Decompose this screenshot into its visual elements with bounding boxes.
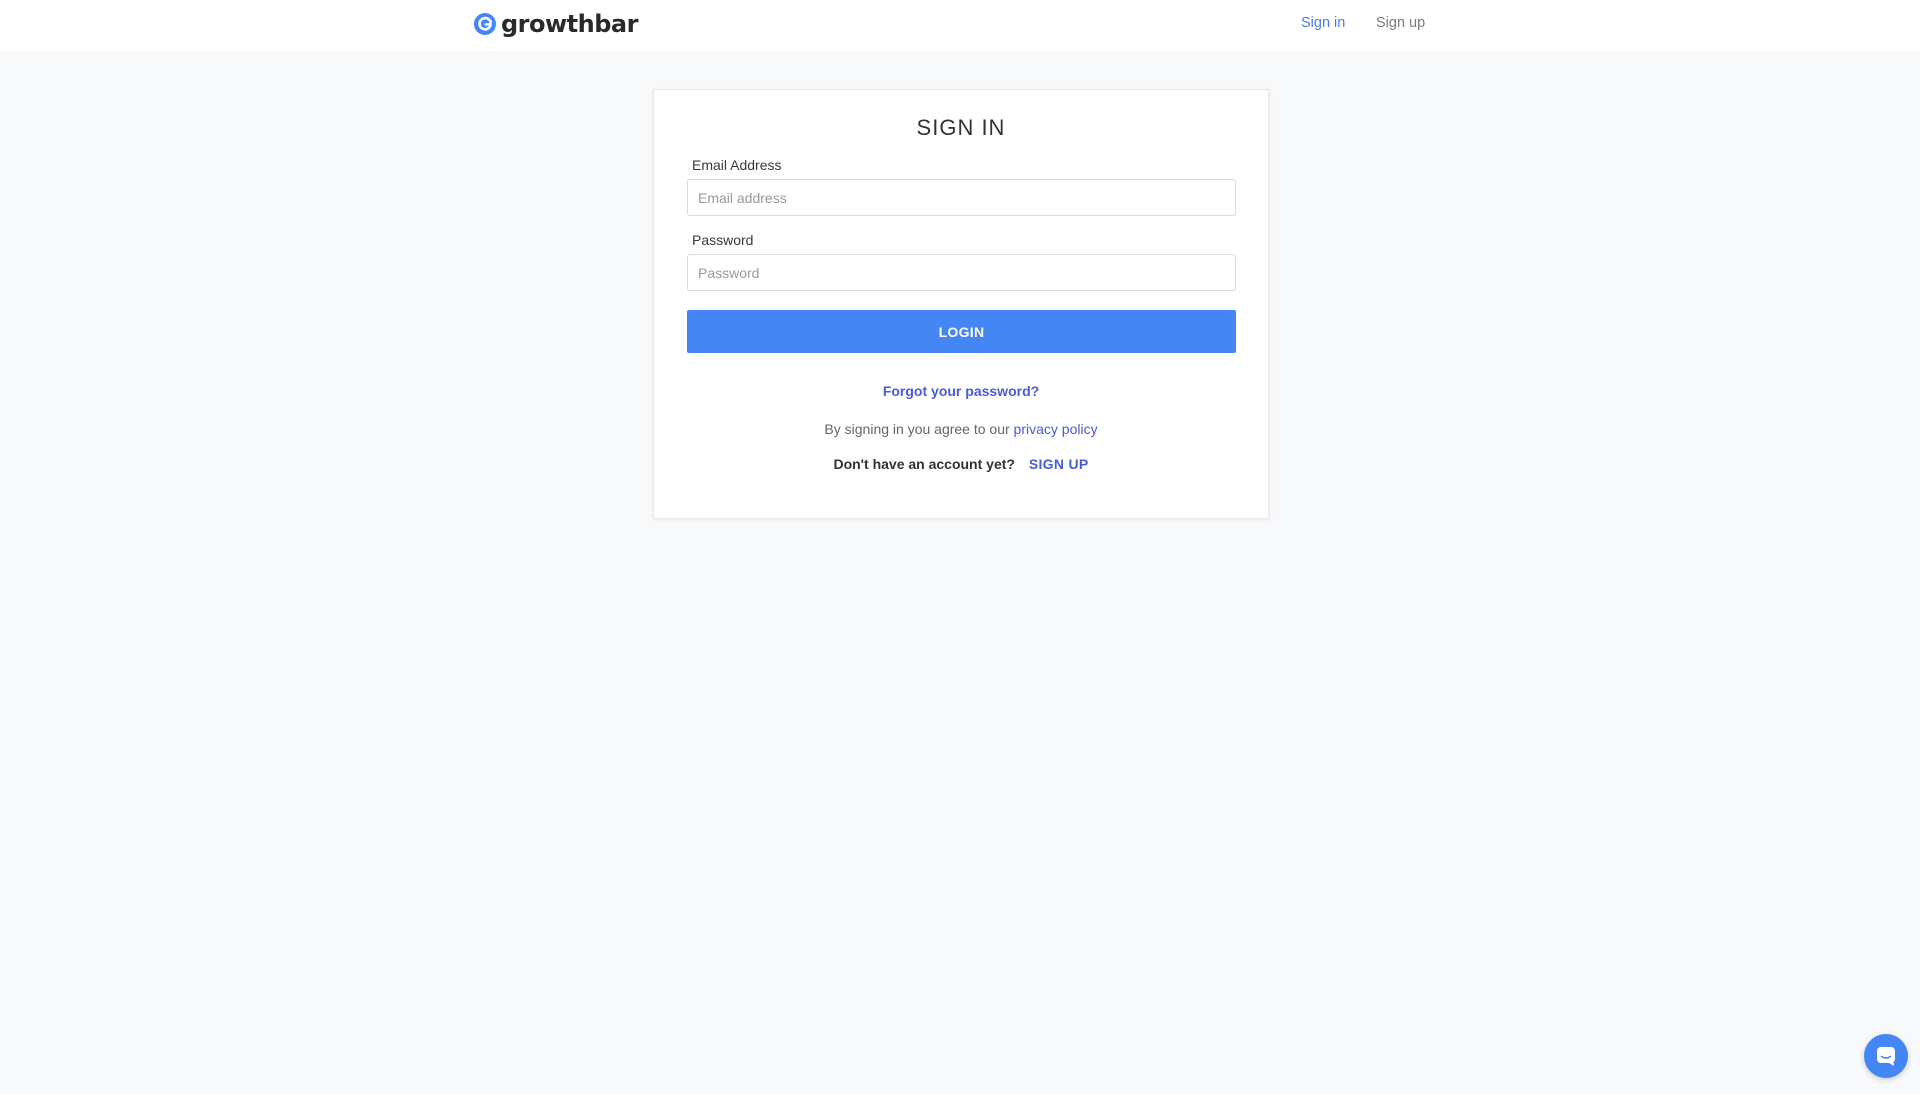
brand-logo[interactable]: growthbar — [473, 11, 638, 37]
password-label: Password — [692, 232, 754, 248]
privacy-agreement: By signing in you agree to our privacy p… — [654, 420, 1268, 438]
page-title: SIGN IN — [916, 115, 1006, 140]
chat-launcher-button[interactable] — [1864, 1034, 1908, 1078]
agreement-text: By signing in you agree to our — [824, 421, 1010, 437]
login-button[interactable]: LOGIN — [687, 310, 1236, 353]
email-label: Email Address — [692, 157, 782, 173]
top-navbar: growthbar Sign in Sign up — [0, 0, 1920, 51]
sign-in-card: SIGN IN Email Address Password LOGIN For… — [653, 89, 1269, 519]
email-field[interactable] — [687, 179, 1236, 216]
nav-sign-up-link[interactable]: Sign up — [1376, 14, 1425, 32]
no-account-text: Don't have an account yet? — [833, 456, 1015, 472]
chat-icon — [1877, 1047, 1895, 1066]
sign-up-link[interactable]: SIGN UP — [1029, 456, 1089, 472]
brand-name: growthbar — [501, 10, 638, 38]
password-field[interactable] — [687, 254, 1236, 291]
growthbar-logo-icon — [474, 13, 496, 35]
signup-prompt: Don't have an account yet? SIGN UP — [654, 455, 1268, 473]
nav-sign-in-link[interactable]: Sign in — [1301, 14, 1345, 32]
forgot-password-link[interactable]: Forgot your password? — [654, 382, 1268, 400]
privacy-policy-link[interactable]: privacy policy — [1014, 421, 1098, 437]
